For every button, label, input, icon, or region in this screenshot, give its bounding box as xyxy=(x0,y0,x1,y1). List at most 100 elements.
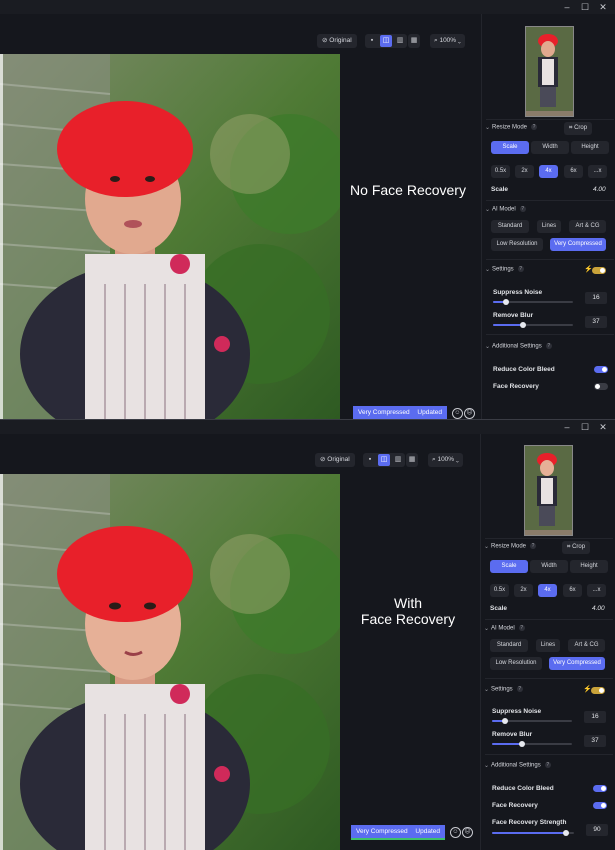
original-button[interactable]: ⊘ Original xyxy=(315,453,355,467)
face-recovery-strength-slider[interactable] xyxy=(492,830,574,836)
chevron-down-icon[interactable]: ⌄ xyxy=(485,266,490,273)
tab-width[interactable]: Width xyxy=(530,560,568,573)
zoom-dropdown[interactable]: ⌕ 100% ⌄ xyxy=(428,453,463,467)
tab-height[interactable]: Height xyxy=(571,141,609,154)
crop-button[interactable]: ⌗ Crop xyxy=(564,122,593,135)
thumbnail-preview[interactable] xyxy=(524,445,573,536)
face-recovery-strength-value[interactable]: 90 xyxy=(586,824,608,836)
scale-4x[interactable]: 4x xyxy=(538,584,557,597)
image-viewer[interactable]: With Face Recovery Very Compressed Updat… xyxy=(0,474,480,850)
chevron-down-icon[interactable]: ⌄ xyxy=(484,762,489,769)
scale-6x[interactable]: 6x xyxy=(564,165,583,178)
single-view-icon[interactable]: ▪ xyxy=(364,454,376,466)
help-icon[interactable]: ? xyxy=(519,206,526,212)
frown-icon[interactable]: ☹ xyxy=(464,408,475,419)
remove-blur-slider[interactable] xyxy=(493,322,573,328)
split-view-icon[interactable]: ◫ xyxy=(380,35,392,47)
face-recovery-toggle[interactable] xyxy=(593,802,607,809)
chevron-down-icon[interactable]: ⌄ xyxy=(484,625,489,632)
scale-0-5x[interactable]: 0.5x xyxy=(491,165,510,178)
divider xyxy=(486,119,614,120)
chevron-down-icon[interactable]: ⌄ xyxy=(485,124,490,131)
model-low-resolution[interactable]: Low Resolution xyxy=(491,238,543,251)
minimize-button[interactable]: – xyxy=(560,421,574,433)
model-very-compressed[interactable]: Very Compressed xyxy=(549,657,605,670)
tab-width[interactable]: Width xyxy=(531,141,569,154)
tab-height[interactable]: Height xyxy=(570,560,608,573)
suppress-noise-value[interactable]: 16 xyxy=(585,292,607,304)
reduce-color-bleed-toggle[interactable] xyxy=(594,366,608,373)
zoom-dropdown[interactable]: ⌕ 100% ⌄ xyxy=(430,34,465,48)
smile-icon[interactable]: ☺ xyxy=(452,408,463,419)
model-lines[interactable]: Lines xyxy=(536,639,560,652)
divider xyxy=(486,200,614,201)
chevron-down-icon[interactable]: ⌄ xyxy=(485,206,490,213)
chevron-down-icon[interactable]: ⌄ xyxy=(484,686,489,693)
divider xyxy=(485,678,613,679)
image-viewer[interactable]: No Face Recovery Very Compressed Updated… xyxy=(0,54,480,419)
scale-2x[interactable]: 2x xyxy=(514,584,533,597)
scale-custom[interactable]: ...x xyxy=(587,584,606,597)
face-recovery-label: Face Recovery xyxy=(492,802,538,809)
suppress-noise-slider[interactable] xyxy=(493,299,573,305)
help-icon[interactable]: ? xyxy=(517,266,524,272)
remove-blur-slider[interactable] xyxy=(492,741,572,747)
magnifier-icon: ⌕ xyxy=(432,456,436,463)
viewer-toolbar: ⊘ Original ▪ ◫ ▥ ▦ ⌕ 100% ⌄ xyxy=(0,434,480,474)
scale-4x[interactable]: 4x xyxy=(539,165,558,178)
model-low-resolution[interactable]: Low Resolution xyxy=(490,657,542,670)
model-art-cg[interactable]: Art & CG xyxy=(569,220,606,233)
minimize-button[interactable]: – xyxy=(560,1,574,13)
chevron-down-icon[interactable]: ⌄ xyxy=(484,543,489,550)
section-title: Additional Settings? xyxy=(491,762,551,769)
model-very-compressed[interactable]: Very Compressed xyxy=(550,238,606,251)
split-view-icon[interactable]: ◫ xyxy=(378,454,390,466)
model-art-cg[interactable]: Art & CG xyxy=(568,639,605,652)
grid-view-icon[interactable]: ▦ xyxy=(408,35,420,47)
model-standard[interactable]: Standard xyxy=(490,639,528,652)
chevron-down-icon[interactable]: ⌄ xyxy=(485,343,490,350)
help-icon[interactable]: ? xyxy=(531,124,538,130)
face-recovery-toggle[interactable] xyxy=(594,383,608,390)
side-by-side-icon[interactable]: ▥ xyxy=(392,454,404,466)
help-icon[interactable]: ? xyxy=(518,625,525,631)
crop-icon: ⌗ xyxy=(569,125,573,131)
suppress-noise-value[interactable]: 16 xyxy=(584,711,606,723)
maximize-button[interactable]: ☐ xyxy=(578,1,592,13)
settings-toggle[interactable] xyxy=(592,267,606,274)
view-mode-group: ▪ ◫ ▥ xyxy=(363,453,405,467)
crop-button[interactable]: ⌗ Crop xyxy=(562,541,591,554)
remove-blur-value[interactable]: 37 xyxy=(584,735,606,747)
scale-2x[interactable]: 2x xyxy=(515,165,534,178)
smile-icon[interactable]: ☺ xyxy=(450,827,461,838)
chevron-down-icon: ⌄ xyxy=(457,37,461,44)
help-icon[interactable]: ? xyxy=(516,686,523,692)
scale-value[interactable]: 4.00 xyxy=(593,186,606,193)
model-standard[interactable]: Standard xyxy=(491,220,529,233)
reduce-color-bleed-toggle[interactable] xyxy=(593,785,607,792)
model-lines[interactable]: Lines xyxy=(537,220,561,233)
help-icon[interactable]: ? xyxy=(530,543,537,549)
settings-toggle[interactable] xyxy=(591,687,605,694)
divider xyxy=(486,334,614,335)
thumbnail-preview[interactable] xyxy=(525,26,574,117)
close-button[interactable]: ✕ xyxy=(596,421,610,433)
suppress-noise-slider[interactable] xyxy=(492,718,572,724)
scale-custom[interactable]: ...x xyxy=(588,165,607,178)
single-view-icon[interactable]: ▪ xyxy=(366,35,378,47)
tab-scale[interactable]: Scale xyxy=(491,141,529,154)
scale-value[interactable]: 4.00 xyxy=(592,605,605,612)
grid-view-icon[interactable]: ▦ xyxy=(406,454,418,466)
scale-6x[interactable]: 6x xyxy=(563,584,582,597)
remove-blur-value[interactable]: 37 xyxy=(585,316,607,328)
title-bar: – ☐ ✕ xyxy=(0,420,615,434)
maximize-button[interactable]: ☐ xyxy=(578,421,592,433)
close-button[interactable]: ✕ xyxy=(596,1,610,13)
side-by-side-icon[interactable]: ▥ xyxy=(394,35,406,47)
frown-icon[interactable]: ☹ xyxy=(462,827,473,838)
tab-scale[interactable]: Scale xyxy=(490,560,528,573)
original-button[interactable]: ⊘ Original xyxy=(317,34,357,48)
scale-0-5x[interactable]: 0.5x xyxy=(490,584,509,597)
help-icon[interactable]: ? xyxy=(545,343,552,349)
help-icon[interactable]: ? xyxy=(544,762,551,768)
